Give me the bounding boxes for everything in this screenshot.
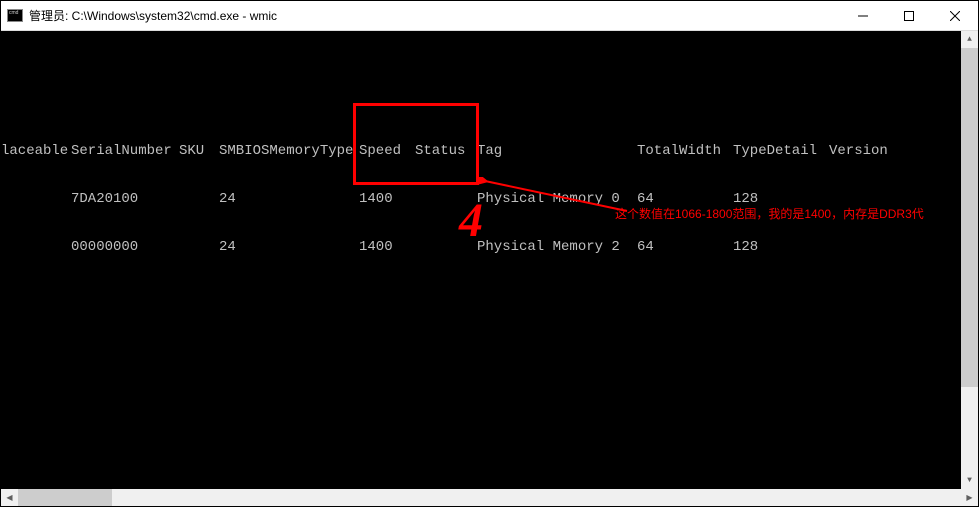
col-laceable: laceable <box>1 143 71 159</box>
minimize-button[interactable] <box>840 1 886 30</box>
maximize-icon <box>904 11 914 21</box>
col-typedetail: TypeDetail <box>733 143 829 159</box>
col-speed: Speed <box>359 143 415 159</box>
col-totalwidth: TotalWidth <box>637 143 733 159</box>
close-icon <box>950 11 960 21</box>
vscroll-track[interactable] <box>961 48 978 472</box>
titlebar[interactable]: 管理员: C:\Windows\system32\cmd.exe - wmic <box>1 1 978 31</box>
cmd-window: 管理员: C:\Windows\system32\cmd.exe - wmic … <box>0 0 979 507</box>
col-tag: Tag <box>477 143 637 159</box>
cmd-icon <box>7 9 23 22</box>
hscroll-track[interactable] <box>18 489 961 506</box>
col-smbiosmemtype: SMBIOSMemoryType <box>219 143 359 159</box>
window-controls <box>840 1 978 30</box>
scroll-up-button[interactable]: ▲ <box>961 31 978 48</box>
col-sku: SKU <box>179 143 219 159</box>
window-title: 管理员: C:\Windows\system32\cmd.exe - wmic <box>29 7 840 24</box>
annotation-text: 这个数值在1066-1800范围，我的是1400，内存是DDR3代 <box>615 205 924 222</box>
col-version: Version <box>829 143 909 159</box>
scroll-left-button[interactable]: ◀ <box>1 489 18 506</box>
col-status: Status <box>415 143 477 159</box>
vertical-scrollbar[interactable]: ▲ ▼ <box>961 31 978 489</box>
terminal-client: laceableSerialNumberSKUSMBIOSMemoryTypeS… <box>1 31 978 489</box>
terminal-output[interactable]: laceableSerialNumberSKUSMBIOSMemoryTypeS… <box>1 31 961 489</box>
minimize-icon <box>858 11 868 21</box>
col-serialnumber: SerialNumber <box>71 143 179 159</box>
maximize-button[interactable] <box>886 1 932 30</box>
close-button[interactable] <box>932 1 978 30</box>
horizontal-scrollbar[interactable]: ◀ ▶ <box>1 489 978 506</box>
scroll-right-button[interactable]: ▶ <box>961 489 978 506</box>
table-header-row: laceableSerialNumberSKUSMBIOSMemoryTypeS… <box>1 143 961 159</box>
hscroll-thumb[interactable] <box>18 489 112 506</box>
scroll-down-button[interactable]: ▼ <box>961 472 978 489</box>
step-number: 4 <box>459 193 483 248</box>
vscroll-thumb[interactable] <box>961 48 978 387</box>
